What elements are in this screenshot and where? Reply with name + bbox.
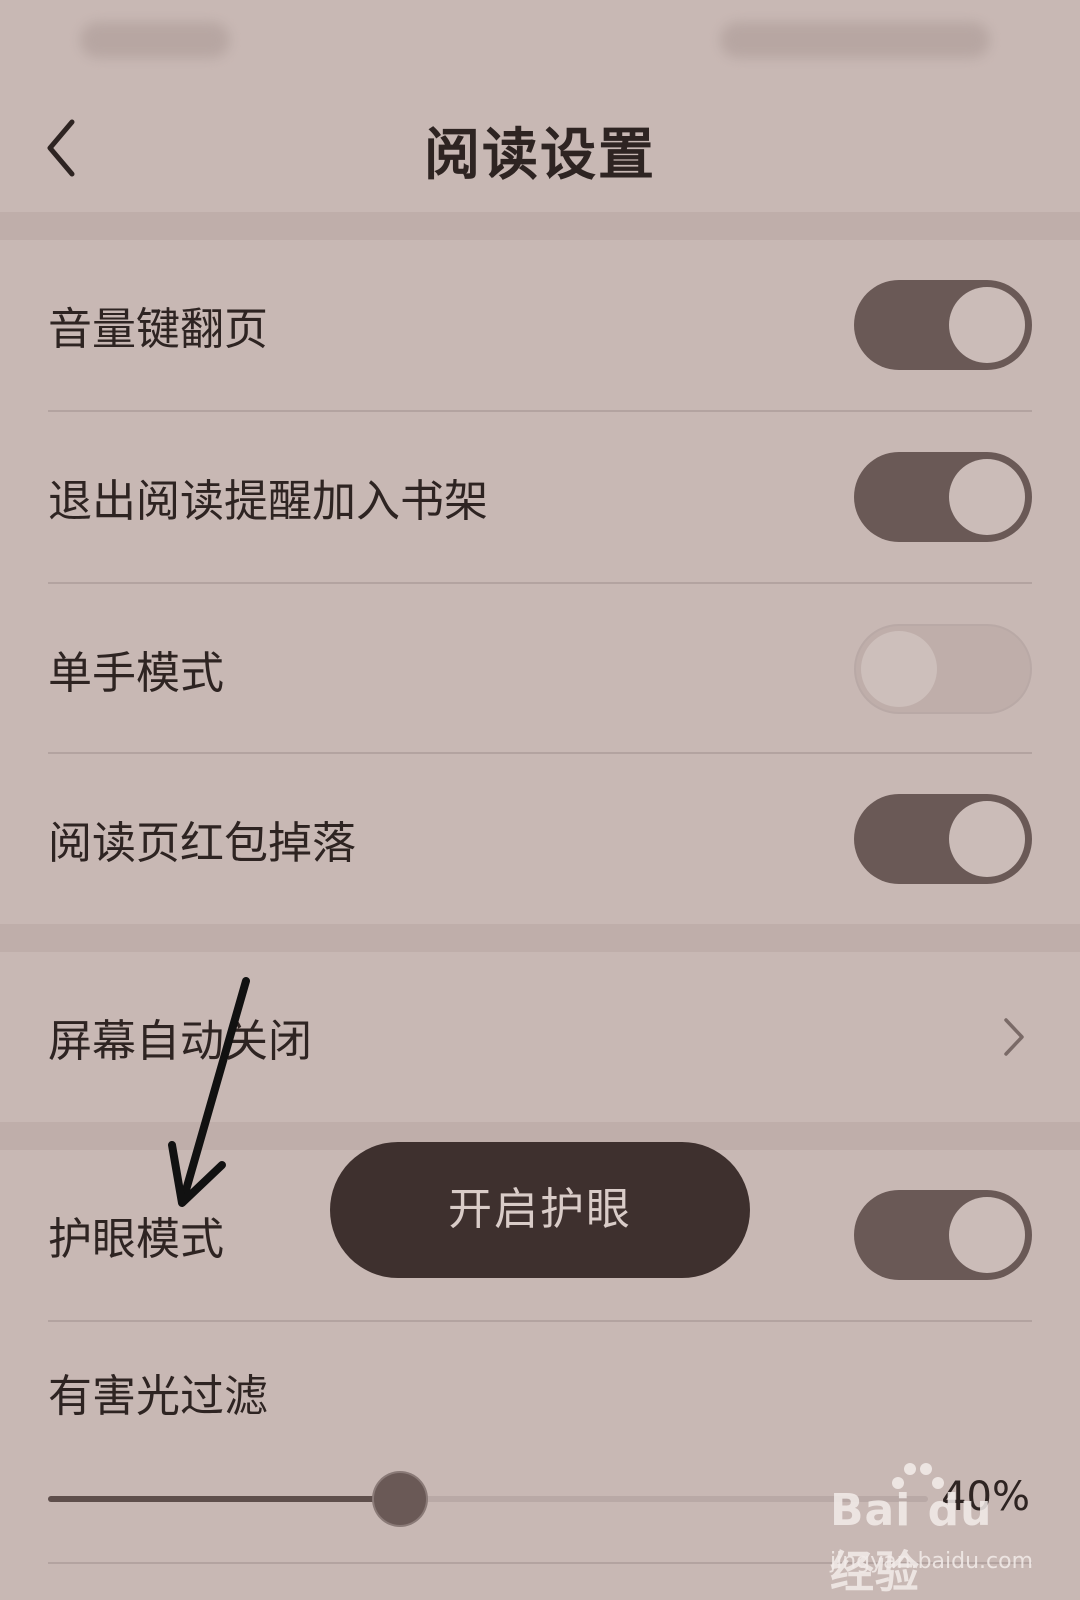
setting-row-exit-reminder[interactable]: 退出阅读提醒加入书架 (0, 412, 1080, 582)
toggle-knob (949, 459, 1025, 535)
setting-label: 退出阅读提醒加入书架 (48, 476, 488, 527)
toggle-knob (861, 631, 937, 707)
setting-label: 有害光过滤 (48, 1371, 268, 1422)
exit-reminder-toggle[interactable] (854, 452, 1032, 542)
status-bar (0, 0, 1080, 80)
red-packet-toggle[interactable] (854, 794, 1032, 884)
filter-slider[interactable] (48, 1473, 928, 1525)
toggle-knob (949, 801, 1025, 877)
toggle-knob (949, 1197, 1025, 1273)
toggle-knob (949, 287, 1025, 363)
annotation-arrow-icon (168, 977, 250, 1207)
watermark-url: jingyan.baidu.com (830, 1549, 1034, 1574)
toast-message: 开启护眼 (330, 1142, 750, 1278)
status-time-blurred (80, 22, 230, 58)
settings-group-general: 音量键翻页 退出阅读提醒加入书架 单手模式 阅读页红包掉落 (0, 240, 1080, 924)
section-gap (0, 924, 1080, 952)
setting-row-blue-light-filter: 有害光过滤 (0, 1322, 1080, 1442)
setting-row-one-hand-mode[interactable]: 单手模式 (0, 584, 1080, 754)
title-bar: 阅读设置 (0, 80, 1080, 214)
chevron-right-icon (998, 1012, 1028, 1062)
one-hand-mode-toggle[interactable] (854, 624, 1032, 714)
setting-label: 单手模式 (48, 648, 224, 699)
watermark-logo: Bai du 经验 (830, 1485, 993, 1598)
setting-row-red-packet-drop[interactable]: 阅读页红包掉落 (0, 754, 1080, 924)
slider-thumb[interactable] (374, 1473, 426, 1525)
volume-key-toggle[interactable] (854, 280, 1032, 370)
status-icons-blurred (720, 22, 990, 58)
page-title: 阅读设置 (424, 122, 656, 188)
setting-row-volume-key-page-turn[interactable]: 音量键翻页 (0, 240, 1080, 410)
watermark: Bai du 经验 jingyan.baidu.com (830, 1463, 1050, 1598)
setting-label: 阅读页红包掉落 (48, 818, 356, 869)
slider-fill (48, 1496, 400, 1502)
section-gap (0, 212, 1080, 240)
setting-label: 音量键翻页 (48, 304, 268, 355)
eye-care-toggle[interactable] (854, 1190, 1032, 1280)
